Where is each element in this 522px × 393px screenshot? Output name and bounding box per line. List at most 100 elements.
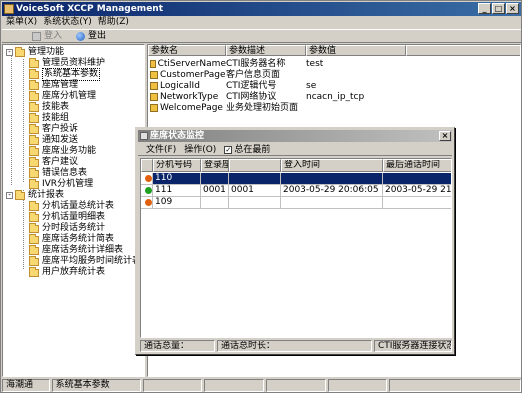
tree-item[interactable]: 座席话务统计详细表: [29, 244, 123, 256]
column-header-agent-2[interactable]: [229, 159, 281, 172]
agent-row[interactable]: 111 0001 0001 2003-05-29 20:06:05 2003-0…: [141, 185, 451, 197]
tree-item-label: 分机话量总统计表: [42, 201, 115, 211]
tree-item[interactable]: IVR分机管理: [29, 178, 94, 190]
agent-row[interactable]: 109: [141, 197, 451, 209]
collapse-icon[interactable]: -: [6, 192, 13, 199]
agent-cell: [201, 173, 229, 185]
parameter-description: 业务处理初始页面: [226, 103, 299, 113]
parameter-name: WelcomePage: [160, 103, 223, 113]
status-bar: 海潮通 系统基本参数: [2, 379, 521, 392]
app-icon: [4, 4, 14, 14]
tree-item[interactable]: 客户投诉: [29, 123, 78, 135]
tree-group-reports[interactable]: - 统计报表: [6, 189, 65, 201]
tree-item[interactable]: 座席话务统计简表: [29, 233, 115, 245]
column-header-value[interactable]: 参数值: [306, 45, 406, 56]
tree-item-label: 技能组: [42, 113, 70, 123]
column-header-extension[interactable]: 分机号码: [153, 159, 201, 172]
tree-item[interactable]: 分机话量明细表: [29, 211, 105, 223]
tree-item-label: 分时段话务统计: [42, 223, 106, 233]
parameter-name: CtiServerName: [157, 59, 226, 69]
tree-item-label: 座席分机管理: [42, 91, 97, 101]
menu-item-system-status[interactable]: 系统状态(Y): [43, 16, 92, 29]
column-header-agent[interactable]: 登录座席: [201, 159, 229, 172]
agent-row-selected[interactable]: 110: [141, 173, 451, 185]
parameter-description: CTI网络协议: [226, 92, 277, 102]
parameter-value: [306, 103, 406, 113]
tree-group-label: 统计报表: [28, 190, 65, 200]
agent-grid-header: 分机号码 登录座席 登入时间 最后通话时间: [141, 159, 451, 172]
parameter-row[interactable]: CustomerPage 客户信息页面: [148, 70, 406, 80]
logout-button[interactable]: 登出: [76, 30, 106, 42]
dialog-menu-operate[interactable]: 操作(O): [184, 144, 216, 156]
parameter-icon: [150, 82, 158, 90]
parameter-name: LogicalId: [160, 81, 200, 91]
agent-cell-2: 0001: [229, 185, 281, 197]
tree-item-selected[interactable]: 系统基本参数: [29, 68, 101, 81]
login-button[interactable]: 登入: [32, 30, 62, 42]
extension-cell: 109: [153, 197, 201, 209]
always-on-top-toggle[interactable]: ✓ 总在最前: [224, 144, 270, 156]
status-panel: [204, 379, 264, 392]
parameter-row[interactable]: LogicalId CTI逻辑代号 se: [148, 81, 406, 91]
tree-group-management[interactable]: - 管理功能: [6, 46, 65, 58]
folder-icon: [29, 134, 39, 145]
tree-item-label: 错误信息表: [42, 168, 88, 178]
checkbox-checked-icon[interactable]: ✓: [224, 145, 233, 154]
tree-item[interactable]: 座席分机管理: [29, 90, 97, 102]
tree-item[interactable]: 客户建议: [29, 156, 78, 168]
dialog-close-button[interactable]: ×: [439, 131, 451, 141]
tree-item[interactable]: 错误信息表: [29, 167, 88, 179]
folder-icon: [29, 200, 39, 211]
tree-item[interactable]: 用户放弃统计表: [29, 266, 106, 278]
column-header-name[interactable]: 参数名: [148, 45, 226, 56]
menu-item-menu[interactable]: 菜单(X): [6, 16, 37, 29]
login-time-cell: [281, 173, 383, 185]
folder-icon: [29, 178, 39, 189]
tree-item[interactable]: 座席管理: [29, 79, 78, 91]
collapse-icon[interactable]: -: [6, 49, 13, 56]
window-title: VoiceSoft XCCP Management: [16, 4, 164, 14]
parameter-value: [306, 70, 406, 80]
folder-icon: [29, 222, 39, 233]
tree-item-label: 用户放弃统计表: [42, 267, 106, 277]
dialog-title: 座席状态监控: [150, 131, 205, 141]
tree-item[interactable]: 分机话量总统计表: [29, 200, 115, 212]
tree-item-label: 通知发送: [42, 135, 79, 145]
maximize-button[interactable]: □: [492, 3, 505, 14]
tree-item[interactable]: 座席平均服务时间统计表: [29, 255, 141, 267]
tree-item[interactable]: 分时段话务统计: [29, 222, 106, 234]
tree-item[interactable]: 技能组: [29, 112, 70, 124]
call-duration-status: 通话总时长：: [217, 340, 372, 352]
tree-item-label: IVR分机管理: [42, 179, 94, 189]
agent-status-grid: 分机号码 登录座席 登入时间 最后通话时间 110 111 0001 0001 …: [140, 158, 452, 338]
tree-group-label: 管理功能: [28, 47, 65, 57]
parameter-row[interactable]: WelcomePage 业务处理初始页面: [148, 103, 406, 113]
tree-item[interactable]: 通知发送: [29, 134, 79, 146]
tree-item[interactable]: 技能表: [29, 101, 69, 113]
folder-icon: [29, 266, 39, 277]
folder-icon: [29, 244, 39, 255]
column-header-description[interactable]: 参数描述: [226, 45, 306, 56]
status-busy-icon: [145, 199, 152, 206]
folder-icon: [29, 112, 39, 123]
status-panel: [389, 379, 521, 392]
menu-item-help[interactable]: 帮助(Z): [98, 16, 129, 29]
minimize-button[interactable]: _: [478, 3, 491, 14]
dialog-title-bar[interactable]: 座席状态监控 ×: [138, 130, 452, 142]
column-header-last-call-time[interactable]: 最后通话时间: [383, 159, 451, 172]
parameter-name: NetworkType: [160, 92, 219, 102]
tree-item-label: 座席话务统计简表: [42, 234, 115, 244]
parameter-row[interactable]: NetworkType CTI网络协议 ncacn_ip_tcp: [148, 92, 406, 102]
logout-label: 登出: [88, 30, 107, 41]
parameter-list-header: 参数名 参数描述 参数值: [148, 45, 520, 56]
folder-icon: [29, 156, 39, 167]
tree-item[interactable]: 座席业务功能: [29, 145, 96, 157]
close-button[interactable]: ×: [506, 3, 519, 14]
parameter-row[interactable]: CtiServerName CTI服务器名称 test: [148, 59, 406, 69]
folder-icon: [29, 101, 39, 112]
folder-icon: [29, 255, 39, 266]
column-header-login-time[interactable]: 登入时间: [281, 159, 383, 172]
column-header-status[interactable]: [141, 159, 153, 172]
login-icon: [32, 31, 41, 41]
dialog-menu-file[interactable]: 文件(F): [146, 144, 176, 156]
